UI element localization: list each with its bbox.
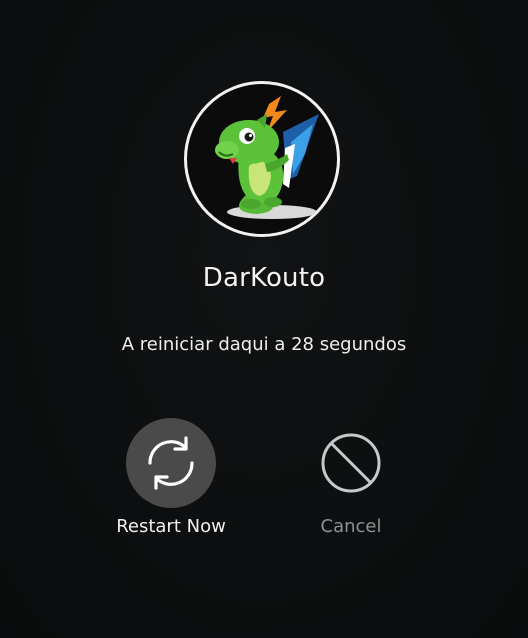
cancel-button-circle[interactable] [306,418,396,508]
restart-icon [148,436,194,490]
restart-now-label: Restart Now [116,516,226,537]
cancel-label: Cancel [320,516,382,537]
restart-now-button[interactable]: Restart Now [91,418,251,537]
cancel-button[interactable]: Cancel [271,418,431,537]
cancel-icon [321,433,381,493]
logout-screen: DarKouto A reiniciar daqui a 28 segundos… [0,0,528,638]
konqi-dragon-avatar-icon [215,96,319,219]
username: DarKouto [202,263,326,293]
user-avatar [184,81,340,237]
restart-button-circle[interactable] [126,418,216,508]
restart-countdown-message: A reiniciar daqui a 28 segundos [121,334,407,355]
